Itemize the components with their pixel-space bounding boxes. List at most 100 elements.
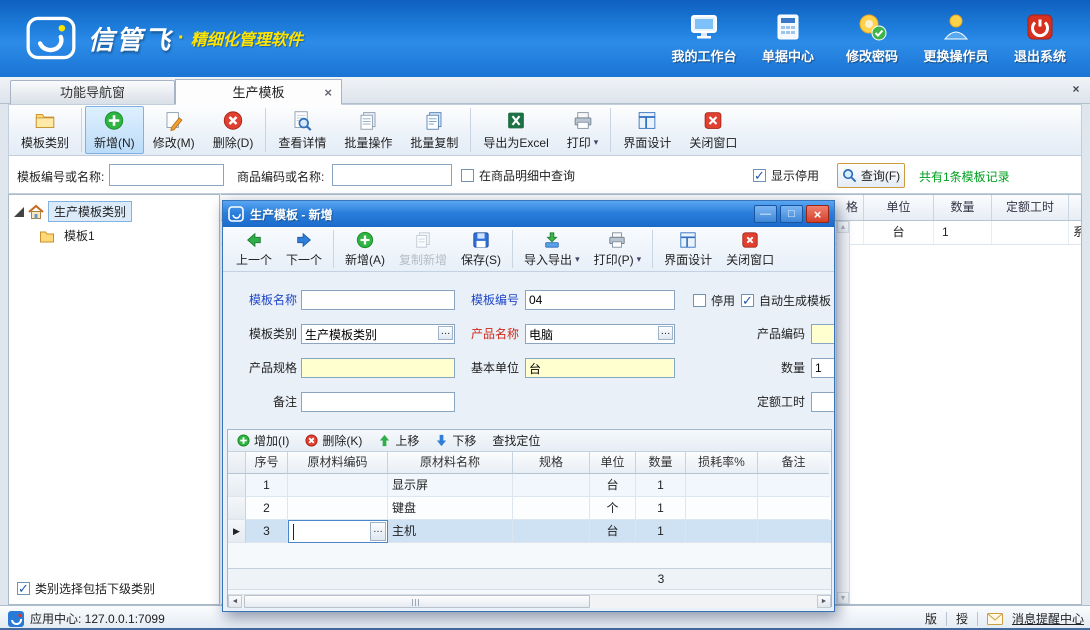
cell-seq: 1 <box>246 474 288 497</box>
template-name-input[interactable] <box>301 290 455 310</box>
col-header-material-name[interactable]: 原材料名称 <box>388 452 513 474</box>
table-row-selected[interactable]: ▶ 3 主机 台 1 … <box>228 520 831 543</box>
lookup-ellipsis-icon[interactable]: … <box>658 326 673 340</box>
detail-horizontal-scrollbar[interactable]: ◄ ► <box>228 594 831 608</box>
product-code-input[interactable] <box>811 324 835 344</box>
search-in-detail-checkbox[interactable]: 在商品明细中查询 <box>461 167 575 184</box>
batch-operation-button[interactable]: 批量操作 <box>335 106 401 154</box>
tabstrip-close-icon[interactable]: × <box>1068 82 1084 98</box>
nav-document-center[interactable]: 单据中心 <box>746 12 830 65</box>
tree-expander-icon[interactable] <box>14 207 24 217</box>
switch-operator-icon <box>940 12 972 42</box>
save-button[interactable]: 保存(S) <box>454 229 508 270</box>
table-row[interactable]: 1 显示屏 台 1 <box>228 474 831 497</box>
col-header-seq[interactable]: 序号 <box>246 452 288 474</box>
base-unit-input[interactable] <box>525 358 675 378</box>
dialog-close-window-button[interactable]: 关闭窗口 <box>719 229 781 270</box>
material-code-edit-cell[interactable]: … <box>288 520 388 543</box>
print-dropdown-icon[interactable]: ▾ <box>637 254 642 265</box>
move-up-icon <box>378 434 391 447</box>
batch-copy-button[interactable]: 批量复制 <box>401 106 467 154</box>
dialog-close-button[interactable]: × <box>806 205 829 223</box>
remark-input[interactable] <box>301 392 455 412</box>
category-sidebar: 生产模板类别 模板1 类别选择包括下级类别 <box>8 194 220 605</box>
dialog-maximize-button[interactable]: □ <box>780 205 803 223</box>
nav-exit-system[interactable]: 退出系统 <box>998 12 1082 65</box>
product-filter-input[interactable] <box>332 164 452 186</box>
tab-close-icon[interactable]: × <box>324 80 332 105</box>
quantity-input[interactable] <box>811 358 835 378</box>
show-disabled-checkbox[interactable]: 显示停用 <box>753 167 819 184</box>
col-header-material-code[interactable]: 原材料编码 <box>288 452 388 474</box>
query-button[interactable]: 查询(F) <box>837 163 905 188</box>
copy-add-button[interactable]: 复制新增 <box>392 229 454 270</box>
add-button[interactable]: 新增(N) <box>85 106 144 154</box>
template-category-combo[interactable]: … <box>301 324 455 344</box>
import-export-dropdown-icon[interactable]: ▾ <box>575 254 580 265</box>
scroll-right-icon[interactable]: ► <box>817 595 831 608</box>
cell-unit: 个 <box>590 497 636 520</box>
dialog-minimize-button[interactable]: — <box>754 205 777 223</box>
next-button[interactable]: 下一个 <box>279 229 329 270</box>
folder-icon <box>39 228 55 244</box>
checkbox-box[interactable] <box>461 169 474 182</box>
checkbox-box[interactable] <box>741 294 754 307</box>
template-code-input[interactable] <box>525 290 675 310</box>
nav-switch-operator[interactable]: 更换操作员 <box>914 12 998 65</box>
auto-generate-checkbox[interactable]: 自动生成模板 <box>741 290 831 310</box>
tab-production-template[interactable]: 生产模板 × <box>175 79 342 105</box>
col-header-remark[interactable]: 备注 <box>758 452 829 474</box>
ui-design-button[interactable]: 界面设计 <box>614 106 680 154</box>
delete-row-button[interactable]: 删除(K) <box>305 432 362 449</box>
nav-change-password[interactable]: 修改密码 <box>830 12 914 65</box>
product-spec-input[interactable] <box>301 358 455 378</box>
lookup-ellipsis-icon[interactable]: … <box>370 522 386 541</box>
delete-button[interactable]: 删除(D) <box>204 106 263 154</box>
tree-node-root[interactable]: 生产模板类别 <box>14 201 132 222</box>
grid-vertical-scrollbar[interactable]: ▲ ▼ <box>836 221 850 604</box>
include-subcategory-checkbox[interactable]: 类别选择包括下级类别 <box>17 580 155 597</box>
table-empty-area <box>228 543 831 568</box>
print-button[interactable]: 打印 ▾ <box>558 106 608 154</box>
dialog-titlebar[interactable]: 生产模板 - 新增 — □ × <box>223 201 834 227</box>
dialog-add-button[interactable]: 新增(A) <box>338 229 392 270</box>
checkbox-box[interactable] <box>693 294 706 307</box>
col-header-loss-rate[interactable]: 损耗率% <box>686 452 758 474</box>
edit-button[interactable]: 修改(M) <box>144 106 204 154</box>
print-dropdown-icon[interactable]: ▾ <box>594 137 599 148</box>
scroll-down-icon[interactable]: ▼ <box>837 592 849 604</box>
previous-button[interactable]: 上一个 <box>229 229 279 270</box>
scrollbar-thumb[interactable] <box>244 595 590 608</box>
move-up-button[interactable]: 上移 <box>378 432 419 449</box>
find-locate-button[interactable]: 查找定位 <box>492 432 540 449</box>
stop-use-checkbox[interactable]: 停用 <box>693 290 735 310</box>
import-export-button[interactable]: 导入导出 ▾ <box>517 229 587 270</box>
col-header-qty[interactable]: 数量 <box>636 452 686 474</box>
close-window-button[interactable]: 关闭窗口 <box>680 106 746 154</box>
product-name-combo[interactable]: … <box>525 324 675 344</box>
dialog-print-button[interactable]: 打印(P) ▾ <box>587 229 649 270</box>
scroll-up-icon[interactable]: ▲ <box>837 221 849 233</box>
checkbox-box[interactable] <box>17 582 30 595</box>
template-filter-input[interactable] <box>109 164 224 186</box>
col-header-unit[interactable]: 单位 <box>590 452 636 474</box>
table-row[interactable]: 2 键盘 个 1 <box>228 497 831 520</box>
quota-hours-input[interactable] <box>811 392 835 412</box>
move-down-button[interactable]: 下移 <box>435 432 476 449</box>
view-details-button[interactable]: 查看详情 <box>269 106 335 154</box>
checkbox-box[interactable] <box>753 169 766 182</box>
export-excel-button[interactable]: 导出为Excel <box>474 106 557 154</box>
tab-function-nav[interactable]: 功能导航窗 <box>10 80 175 104</box>
grid-header-next <box>1069 195 1082 220</box>
nav-workbench[interactable]: 我的工作台 <box>662 12 746 65</box>
scroll-left-icon[interactable]: ◄ <box>228 595 242 608</box>
template-category-button[interactable]: 模板类别 <box>12 106 78 154</box>
lookup-ellipsis-icon[interactable]: … <box>438 326 453 340</box>
add-row-button[interactable]: 增加(I) <box>237 432 289 449</box>
tree-node-template1[interactable]: 模板1 <box>39 226 100 245</box>
record-count: 共有1条模板记录 <box>919 168 1010 185</box>
new-template-dialog: 生产模板 - 新增 — □ × 上一个 下一个 <box>222 200 835 612</box>
dialog-ui-design-button[interactable]: 界面设计 <box>657 229 719 270</box>
message-center-link[interactable]: 消息提醒中心 <box>1012 610 1084 627</box>
col-header-spec[interactable]: 规格 <box>513 452 590 474</box>
